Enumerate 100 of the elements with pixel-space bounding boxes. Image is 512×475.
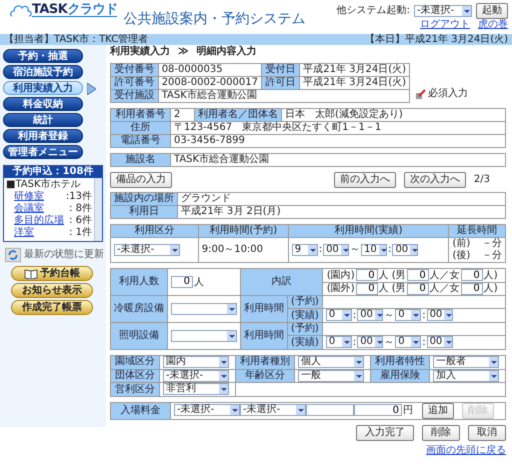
facility-link[interactable]: 会議室 (14, 203, 44, 215)
field-value: 平成21年 3月 2日(月) (178, 206, 506, 218)
input-field[interactable]: 0 (406, 282, 429, 295)
dropdown[interactable]: -未選択- (162, 370, 229, 382)
small-button[interactable]: 追加 (422, 403, 454, 420)
dropdown[interactable] (171, 330, 237, 342)
facility-link[interactable]: 洋室 (14, 227, 34, 239)
field-text: : (422, 310, 426, 322)
field-text: (園内) (326, 270, 355, 281)
dropdown[interactable]: 0 (326, 336, 352, 348)
dropdown[interactable]: 00 (357, 336, 384, 348)
field-value: 03-3456-7899 (170, 134, 506, 148)
field-text: ～ (384, 310, 394, 322)
dropdown[interactable]: -未選択- (114, 244, 180, 256)
menu-button[interactable]: 統計 (3, 113, 83, 127)
back-to-top-link[interactable]: 画面の先頭に戻る (426, 445, 506, 458)
side-button[interactable]: 予約台帳 (11, 266, 93, 281)
dropdown[interactable] (171, 302, 237, 315)
prev-button[interactable]: 前の入力へ (334, 172, 396, 188)
header-link[interactable]: 虎の巻 (478, 19, 508, 31)
input-field[interactable]: 0 (171, 276, 193, 288)
dropdown[interactable]: -未選択- (240, 404, 306, 416)
field-label: 園域区分 (110, 355, 160, 370)
menu-button[interactable]: 利用実績入力 (3, 81, 83, 95)
side-button[interactable]: お知らせ表示 (11, 283, 93, 298)
dropdown[interactable]: 00 (323, 244, 350, 256)
dropdown[interactable]: 個人 (298, 356, 364, 368)
field-label: 内訳 (240, 268, 322, 296)
field-text: 人) (484, 283, 498, 294)
input-field[interactable]: 0 (356, 269, 378, 281)
dropdown[interactable]: 9 (292, 244, 318, 256)
dropdown[interactable]: 0 (326, 309, 352, 322)
panel-title: 予約申込：108件 (4, 166, 102, 178)
equipment-button[interactable]: 備品の入力 (110, 172, 172, 188)
dropdown[interactable]: 非営利 (162, 383, 229, 396)
dropdown[interactable]: 一般 (298, 370, 364, 382)
refresh-icon[interactable] (5, 247, 21, 263)
field-text: －分 (482, 250, 502, 262)
dropdown[interactable]: 園内 (162, 356, 229, 368)
field-label: 雇用保険 (370, 369, 430, 383)
field-text: (後) (452, 250, 470, 262)
refresh-link[interactable]: 最新の状態に更新 (24, 249, 104, 261)
menu-button[interactable]: 管理者メニュー (3, 145, 83, 159)
field-value: グラウンド (178, 192, 506, 206)
input-field[interactable]: 0 (354, 404, 402, 416)
field-text: : (352, 310, 356, 322)
menu-button[interactable]: 利用者登録 (3, 129, 83, 143)
input-field[interactable] (306, 404, 354, 416)
field-text: ～ (350, 244, 360, 256)
scrollbar[interactable] (94, 178, 102, 241)
facility-link[interactable]: 研修室 (14, 191, 44, 203)
input-field[interactable]: 0 (356, 282, 378, 295)
dropdown[interactable]: -未選択- (174, 404, 240, 416)
action-button[interactable]: 削除 (422, 425, 460, 442)
field-value: TASK市総合運動公園 (158, 90, 410, 102)
dropdown[interactable]: 00 (357, 309, 384, 322)
action-button[interactable]: 取消 (468, 425, 506, 442)
field-label: 施設名 (110, 154, 170, 166)
field-label: 利用時間 (240, 322, 288, 350)
column-header: 利用時間(予約) (198, 224, 288, 238)
dropdown[interactable]: 00 (392, 244, 418, 256)
request-count: : 6件 (69, 215, 92, 227)
dropdown[interactable]: 00 (426, 336, 453, 348)
logo-text: TASKクラウド (32, 4, 118, 17)
dropdown[interactable]: 10 (361, 244, 388, 256)
required-note: 必須入力 (428, 88, 468, 100)
input-field[interactable]: 0 (460, 282, 483, 295)
request-count: : 1件 (69, 227, 92, 239)
field-label: 施設内の場所 (110, 192, 178, 206)
field-label: 利用者種別 (235, 355, 294, 370)
menu-button[interactable]: 料金収納 (3, 97, 83, 111)
field-label: 利用日 (110, 206, 178, 218)
field-label: (実績) (288, 336, 322, 350)
field-text: －分 (482, 238, 502, 250)
menu-button[interactable]: 宿泊施設予約 (3, 65, 83, 79)
header-link[interactable]: ログアウト (420, 19, 470, 31)
launch-button[interactable]: 起動 (476, 3, 508, 19)
menu-button[interactable]: 予約・抽選 (3, 49, 83, 63)
action-button[interactable]: 入力完了 (356, 425, 414, 442)
dropdown[interactable]: 0 (395, 309, 422, 322)
dropdown[interactable]: 一般者 (433, 356, 500, 368)
dropdown[interactable]: 0 (395, 336, 422, 348)
field-label: (予約) (288, 296, 322, 309)
side-button[interactable]: 作成完了帳票 (11, 300, 93, 315)
next-button[interactable]: 次の入力へ (404, 172, 466, 188)
field-text: 円 (403, 405, 413, 416)
dropdown[interactable]: -未選択- (414, 5, 472, 17)
field-text: : (318, 244, 322, 256)
field-label: 利用者特性 (370, 355, 430, 370)
field-label: 年齢区分 (235, 369, 294, 383)
field-text: (前) (452, 238, 470, 250)
field-label: 営利区分 (110, 382, 160, 397)
input-field[interactable]: 0 (460, 269, 483, 281)
input-field[interactable]: 0 (406, 269, 429, 281)
dropdown[interactable]: 00 (426, 309, 453, 322)
field-value: 08-0000035 (158, 64, 262, 76)
request-count: : 8件 (69, 203, 92, 215)
facility-link[interactable]: 多目的広場 (14, 215, 64, 227)
dropdown[interactable]: 加入 (433, 370, 500, 382)
field-text: 人 (194, 276, 204, 288)
